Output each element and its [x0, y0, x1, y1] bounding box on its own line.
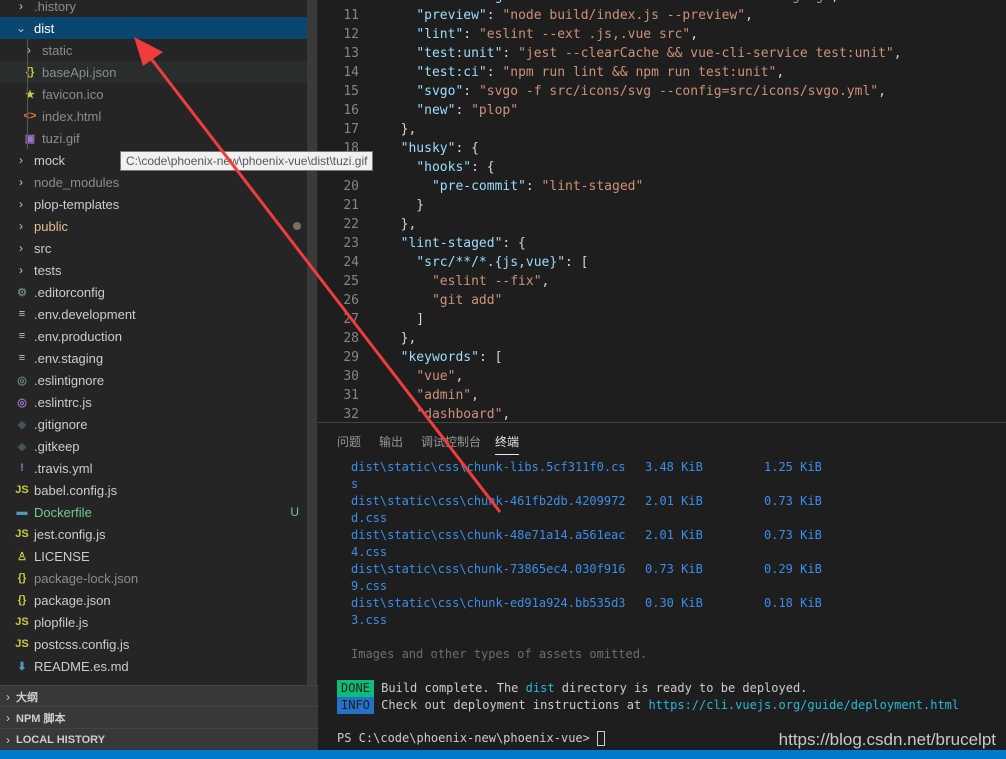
arrow-head — [134, 37, 163, 66]
red-arrow-annotation — [134, 37, 502, 513]
arrow-shaft — [144, 51, 502, 513]
